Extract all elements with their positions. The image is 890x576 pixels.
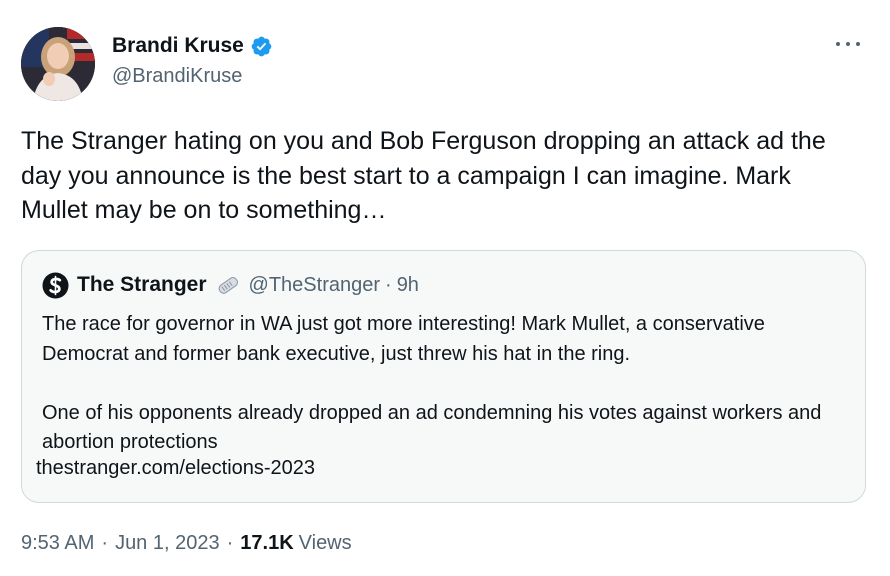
- author-display-name[interactable]: Brandi Kruse: [112, 34, 244, 58]
- quoted-paragraph-2: One of his opponents already dropped an …: [42, 401, 822, 454]
- quoted-tweet-body: The race for governor in WA just got mor…: [42, 310, 852, 458]
- quoted-link[interactable]: thestranger.com/elections-2023: [36, 457, 315, 480]
- author-handle[interactable]: @BrandiKruse: [112, 65, 242, 88]
- meta-separator: ·: [101, 532, 109, 554]
- views-label[interactable]: Views: [299, 532, 352, 555]
- tweet-meta: 9:53 AM · Jun 1, 2023 · 17.1K Views: [21, 532, 352, 555]
- meta-separator: ·: [226, 532, 234, 554]
- quoted-display-name[interactable]: The Stranger: [77, 273, 207, 297]
- tweet-date[interactable]: Jun 1, 2023: [115, 532, 220, 555]
- quoted-separator: ·: [385, 273, 392, 296]
- tweet-text: The Stranger hating on you and Bob Fergu…: [21, 127, 833, 224]
- quoted-timestamp[interactable]: 9h: [397, 274, 419, 297]
- quoted-tweet-header: The Stranger @TheStranger · 9h: [42, 271, 419, 299]
- stranger-logo-icon[interactable]: [42, 271, 69, 299]
- views-count[interactable]: 17.1K: [240, 532, 293, 555]
- newspaper-icon: [218, 277, 238, 294]
- verified-badge-icon[interactable]: [250, 35, 273, 58]
- quoted-paragraph-1: The race for governor in WA just got mor…: [42, 313, 765, 365]
- more-options-icon[interactable]: [836, 38, 864, 50]
- profile-photo: [21, 27, 95, 101]
- author-name-row: Brandi Kruse: [112, 34, 273, 58]
- avatar[interactable]: [21, 27, 95, 101]
- tweet-time[interactable]: 9:53 AM: [21, 532, 94, 555]
- quoted-handle[interactable]: @TheStranger: [249, 274, 380, 297]
- quoted-tweet-card[interactable]: The Stranger @TheStranger · 9h The race …: [21, 250, 866, 503]
